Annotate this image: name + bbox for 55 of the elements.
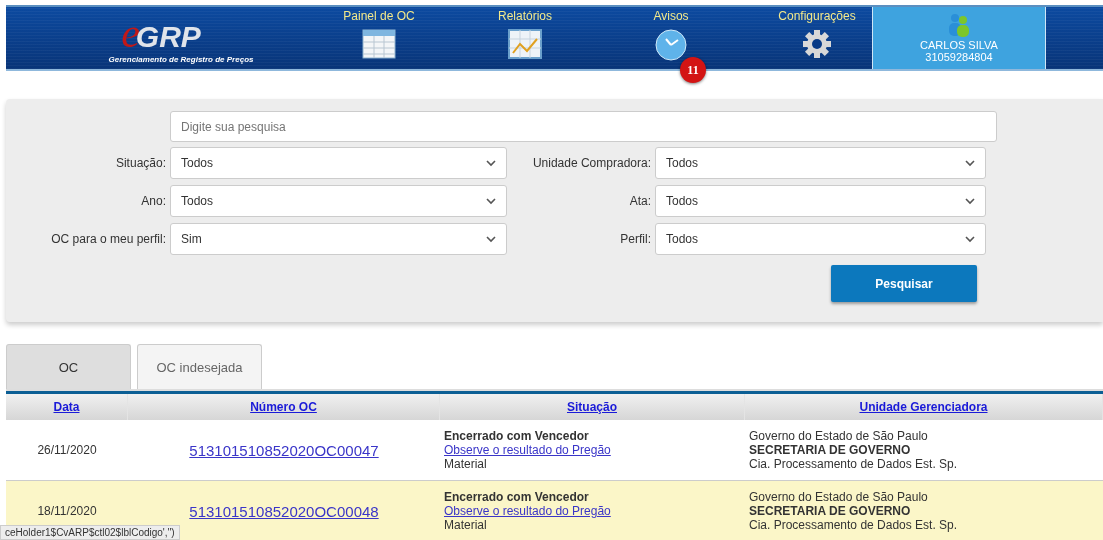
unit-text: Cia. Processamento de Dados Est. Sp. [749, 518, 958, 532]
field-label: Situação: [114, 156, 166, 170]
result-link[interactable]: Observe o resultado do Pregão [444, 504, 611, 518]
date-text: 26/11/2020 [37, 443, 97, 457]
user-id: 31059284804 [925, 51, 993, 63]
chevron-down-icon [965, 197, 975, 205]
secretariat-text: SECRETARIA DE GOVERNO [749, 504, 911, 518]
logo-tagline: Gerenciamento de Registro de Preços [108, 55, 254, 64]
field-label: OC para o meu perfil: [50, 232, 166, 246]
line-chart-icon [508, 29, 542, 59]
order-number-link[interactable]: 513101510852020OC00047 [189, 441, 379, 459]
column-header-link[interactable]: Unidade Gerenciadora [859, 400, 988, 414]
status-text: Encerrado com Vencedor [444, 429, 589, 443]
type-text: Material [444, 457, 487, 471]
order-number-link[interactable]: 513101510852020OC00048 [189, 502, 379, 520]
chevron-down-icon [486, 197, 496, 205]
clock-icon [655, 29, 687, 61]
chevron-down-icon [965, 235, 975, 243]
field-label: Ata: [628, 194, 651, 208]
nav-item[interactable]: Painel de OC [306, 7, 452, 69]
tab[interactable]: OC indesejada [137, 344, 262, 389]
nav-item[interactable]: Relatórios [452, 7, 598, 69]
type-text: Material [444, 518, 487, 532]
government-text: Governo do Estado de São Paulo [749, 490, 928, 504]
unit-text: Cia. Processamento de Dados Est. Sp. [749, 457, 958, 471]
table-icon [362, 29, 396, 59]
settings-icon [802, 29, 832, 59]
search-field[interactable]: Digite sua pesquisa [170, 111, 997, 142]
field-label: Ano: [140, 194, 166, 208]
dropdown[interactable]: Todos [170, 185, 507, 217]
tab[interactable]: OC [6, 344, 131, 389]
dropdown[interactable]: Todos [655, 147, 986, 179]
chevron-down-icon [486, 235, 496, 243]
chevron-down-icon [486, 159, 496, 167]
user-name: CARLOS SILVA [920, 39, 998, 51]
secretariat-text: SECRETARIA DE GOVERNO [749, 443, 911, 457]
government-text: Governo do Estado de São Paulo [749, 429, 928, 443]
result-link[interactable]: Observe o resultado do Pregão [444, 443, 611, 457]
users-icon [946, 13, 972, 37]
chevron-down-icon [965, 159, 975, 167]
status-text: Encerrado com Vencedor [444, 490, 589, 504]
column-header-link[interactable]: Situação [567, 400, 617, 414]
dropdown[interactable]: Todos [170, 147, 507, 179]
logo-mark: e [121, 12, 140, 54]
dropdown[interactable]: Sim [170, 223, 507, 255]
column-header-link[interactable]: Data [53, 400, 80, 414]
column-header-link[interactable]: Número OC [250, 400, 317, 414]
field-label: Perfil: [619, 232, 651, 246]
field-label: Unidade Compradora: [531, 156, 651, 170]
dropdown[interactable]: Todos [655, 185, 986, 217]
date-text: 18/11/2020 [37, 504, 97, 518]
dropdown[interactable]: Todos [655, 223, 986, 255]
notification-badge: 11 [680, 57, 706, 83]
search-button[interactable]: Pesquisar [831, 265, 977, 302]
status-url: ceHolder1$CvARP$ctl02$lblCodigo','') [0, 525, 180, 540]
